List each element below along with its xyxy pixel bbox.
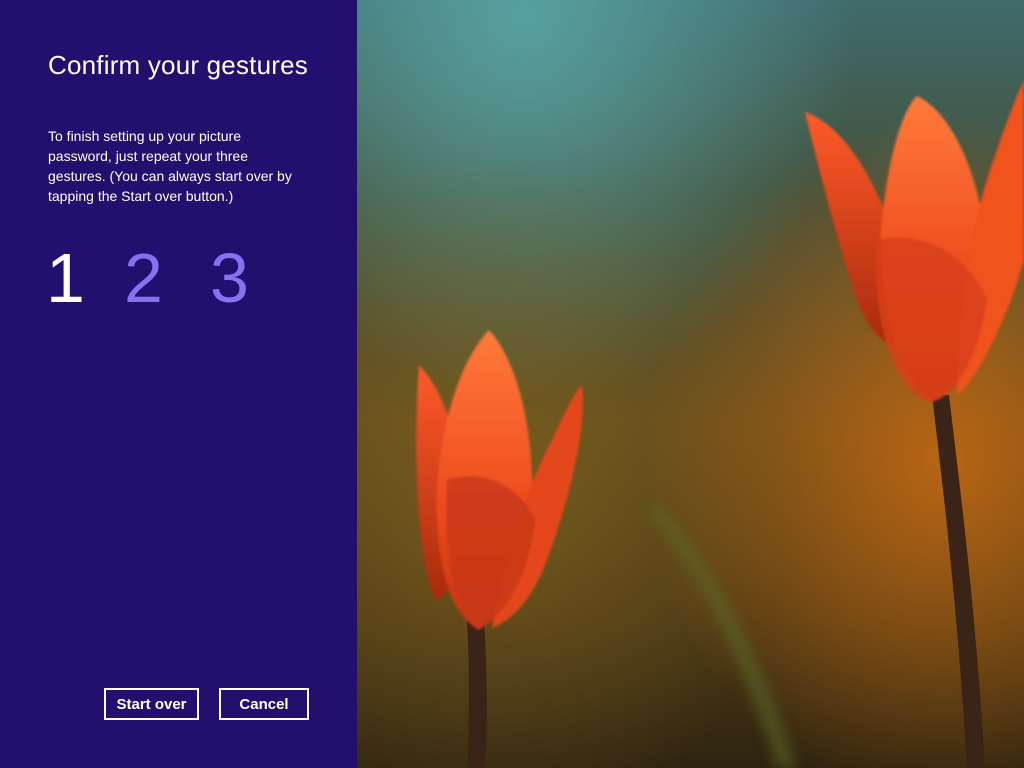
left-panel: Confirm your gestures To finish setting … (0, 0, 357, 768)
tulips-photo[interactable] (357, 0, 1024, 768)
gesture-step-1: 1 (46, 239, 85, 317)
picture-password-image[interactable] (357, 0, 1024, 768)
start-over-button[interactable]: Start over (104, 688, 199, 720)
cancel-button[interactable]: Cancel (219, 688, 309, 720)
gesture-step-2: 2 (124, 239, 163, 317)
gesture-step-3: 3 (210, 239, 249, 317)
page-title: Confirm your gestures (48, 50, 308, 80)
instructions-text: To finish setting up your picture passwo… (48, 128, 292, 204)
picture-password-setup-screen: Confirm your gestures To finish setting … (0, 0, 1024, 768)
